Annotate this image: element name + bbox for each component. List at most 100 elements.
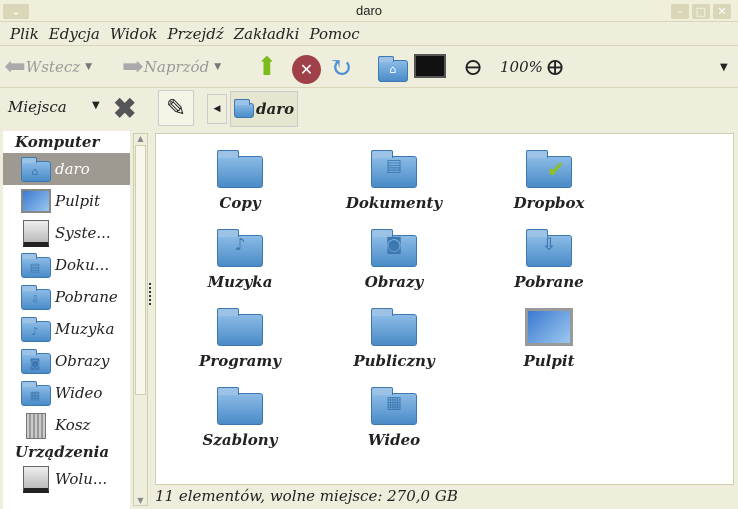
sidebar-item-label: Obrazy bbox=[55, 352, 110, 370]
breadcrumb-daro[interactable]: daro bbox=[230, 91, 298, 127]
reload-button[interactable]: ↻ bbox=[329, 51, 352, 84]
file-item-label: Szablony bbox=[202, 431, 278, 449]
sidebar-item-label: Wideo bbox=[55, 384, 103, 402]
desktop-icon bbox=[525, 306, 573, 348]
file-item-label: Muzyka bbox=[207, 273, 273, 291]
sidebar-item-label: Syste... bbox=[55, 224, 111, 242]
home-folder-icon: ⌂ bbox=[19, 155, 51, 183]
file-item-label: Dropbox bbox=[513, 194, 585, 212]
scroll-down-icon[interactable]: ▼ bbox=[134, 496, 147, 505]
sidebar-item-pulpit[interactable]: Pulpit bbox=[3, 185, 130, 217]
zoom-out-button[interactable]: ⊖ bbox=[463, 53, 483, 81]
menu-pomoc[interactable]: Pomoc bbox=[309, 25, 359, 43]
trash-icon bbox=[19, 411, 51, 439]
file-view: Copy ▤ Dokumenty ✔ Dropbox ♪ Muzyka ◙ Obrazy ⇩ Pob… bbox=[155, 133, 734, 485]
maximize-button[interactable]: □ bbox=[692, 4, 710, 19]
videos-folder-icon: ▦ bbox=[19, 379, 51, 407]
file-item[interactable]: ♪ Muzyka bbox=[165, 227, 315, 291]
file-item-label: Publiczny bbox=[353, 352, 435, 370]
file-item-label: Pobrane bbox=[514, 273, 584, 291]
menu-przejdz[interactable]: Przejdź bbox=[168, 25, 224, 43]
home-button[interactable]: ⌂ bbox=[378, 56, 408, 82]
forward-arrow-icon: ➡ bbox=[122, 52, 144, 82]
sidebar-item-label: Pobrane bbox=[55, 288, 118, 306]
toolbar-overflow-button[interactable]: ▼ bbox=[720, 54, 728, 80]
sidebar-item-obrazy[interactable]: ◙ Obrazy bbox=[3, 345, 130, 377]
file-item-label: Wideo bbox=[367, 431, 421, 449]
file-item-label: Pulpit bbox=[523, 352, 575, 370]
sidebar-header-computer: Komputer bbox=[15, 133, 100, 151]
home-folder-icon bbox=[234, 99, 254, 119]
folder-icon: ▤ bbox=[370, 148, 418, 190]
folder-icon: ♪ bbox=[216, 227, 264, 269]
location-bar: Miejsca ▼ ✖ ✎ ◀ daro bbox=[0, 88, 738, 130]
close-button[interactable]: ✕ bbox=[713, 4, 731, 19]
sidebar-item-muzyka[interactable]: ♪ Muzyka bbox=[3, 313, 130, 345]
sidebar-header-devices: Urządzenia bbox=[15, 443, 110, 461]
status-bar: 11 elementów, wolne miejsce: 270,0 GB bbox=[155, 487, 458, 505]
minimize-button[interactable]: – bbox=[671, 4, 689, 19]
sidebar-item-label: Muzyka bbox=[55, 320, 115, 338]
up-button[interactable]: ⬆ bbox=[256, 52, 278, 82]
folder-icon: ▦ bbox=[370, 385, 418, 427]
file-item[interactable]: Pulpit bbox=[474, 306, 624, 370]
sidebar-item-label: Wolu... bbox=[55, 470, 108, 488]
file-item-label: Obrazy bbox=[364, 273, 424, 291]
folder-icon bbox=[370, 306, 418, 348]
file-item[interactable]: Publiczny bbox=[319, 306, 469, 370]
computer-button[interactable] bbox=[414, 54, 446, 78]
sidebar-item-label: Pulpit bbox=[55, 192, 100, 210]
folder-icon bbox=[216, 306, 264, 348]
sidebar-item-wideo[interactable]: ▦ Wideo bbox=[3, 377, 130, 409]
sidebar-item-wolu[interactable]: Wolu... bbox=[3, 463, 130, 495]
stop-button[interactable]: ✕ bbox=[292, 55, 321, 84]
file-item-label: Programy bbox=[199, 352, 281, 370]
folder-icon: ⇩ bbox=[525, 227, 573, 269]
sidebar: Komputer ⌂ daro Pulpit Syste... ▤ Doku... ⇩ Pob… bbox=[3, 131, 130, 509]
zoom-level: 100% bbox=[500, 58, 543, 76]
file-item[interactable]: ▦ Wideo bbox=[319, 385, 469, 449]
breadcrumb-left-button[interactable]: ◀ bbox=[207, 94, 227, 124]
folder-icon: ◙ bbox=[370, 227, 418, 269]
file-item[interactable]: ◙ Obrazy bbox=[319, 227, 469, 291]
file-item[interactable]: Szablony bbox=[165, 385, 315, 449]
sidebar-item-kosz[interactable]: Kosz bbox=[3, 409, 130, 441]
scroll-up-icon[interactable]: ▲ bbox=[134, 134, 147, 143]
chevron-down-icon[interactable]: ▼ bbox=[214, 62, 221, 72]
edit-location-button[interactable]: ✎ bbox=[158, 90, 194, 126]
file-item-label: Dokumenty bbox=[345, 194, 443, 212]
menu-zakladki[interactable]: Zakładki bbox=[234, 25, 300, 43]
back-button[interactable]: ⬅ Wstecz ▼ bbox=[4, 52, 92, 82]
scrollbar-thumb[interactable] bbox=[135, 145, 146, 395]
places-label: Miejsca bbox=[8, 98, 67, 116]
sidebar-scrollbar[interactable]: ▲ ▼ bbox=[133, 133, 148, 506]
folder-icon bbox=[216, 385, 264, 427]
file-item-label: Copy bbox=[219, 194, 261, 212]
menu-widok[interactable]: Widok bbox=[110, 25, 158, 43]
menu-plik[interactable]: Plik bbox=[10, 25, 39, 43]
downloads-folder-icon: ⇩ bbox=[19, 283, 51, 311]
chevron-down-icon[interactable]: ▼ bbox=[85, 62, 92, 72]
sidebar-item-label: Doku... bbox=[55, 256, 110, 274]
pane-resize-handle[interactable] bbox=[149, 283, 152, 305]
documents-folder-icon: ▤ bbox=[19, 251, 51, 279]
places-dropdown[interactable]: ▼ bbox=[92, 100, 100, 111]
toolbar: ⬅ Wstecz ▼ ➡ Naprzód ▼ ⬆ ✕ ↻ ⌂ ⊖ 100% ⊕ ▼ bbox=[0, 46, 738, 88]
title-bar: ⌄ daro – □ ✕ bbox=[0, 0, 738, 22]
file-item[interactable]: ⇩ Pobrane bbox=[474, 227, 624, 291]
sidebar-item-syste[interactable]: Syste... bbox=[3, 217, 130, 249]
sidebar-item-daro[interactable]: ⌂ daro bbox=[3, 153, 130, 185]
zoom-in-button[interactable]: ⊕ bbox=[545, 53, 565, 81]
menu-edycja[interactable]: Edycja bbox=[49, 25, 100, 43]
pictures-folder-icon: ◙ bbox=[19, 347, 51, 375]
file-item[interactable]: ✔ Dropbox bbox=[474, 148, 624, 212]
folder-icon: ✔ bbox=[525, 148, 573, 190]
music-folder-icon: ♪ bbox=[19, 315, 51, 343]
sidebar-item-doku[interactable]: ▤ Doku... bbox=[3, 249, 130, 281]
sidebar-item-pobrane[interactable]: ⇩ Pobrane bbox=[3, 281, 130, 313]
forward-button[interactable]: ➡ Naprzód ▼ bbox=[122, 52, 221, 82]
file-item[interactable]: Programy bbox=[165, 306, 315, 370]
close-sidebar-button[interactable]: ✖ bbox=[113, 92, 136, 125]
file-item[interactable]: ▤ Dokumenty bbox=[319, 148, 469, 212]
file-item[interactable]: Copy bbox=[165, 148, 315, 212]
